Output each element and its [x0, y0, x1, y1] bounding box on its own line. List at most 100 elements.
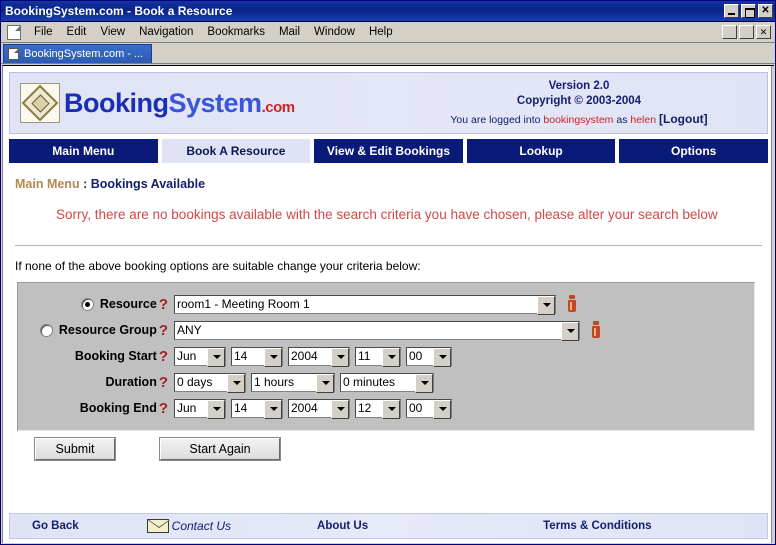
- search-criteria-form: Resource ? room1 - Meeting Room 1 Resour…: [17, 282, 755, 431]
- vertical-scrollbar[interactable]: [771, 66, 774, 543]
- booking-end-year-select[interactable]: 2004: [288, 398, 350, 418]
- footer-link-about-us[interactable]: About Us: [317, 520, 368, 532]
- duration-hours-select[interactable]: 1 hours: [251, 372, 335, 392]
- menu-item-navigation[interactable]: Navigation: [132, 24, 200, 40]
- menu-item-view[interactable]: View: [93, 24, 132, 40]
- booking-end-month-select[interactable]: Jun: [174, 398, 226, 418]
- booking-end-day-select[interactable]: 14: [231, 398, 283, 418]
- booking-start-day-select[interactable]: 14: [231, 346, 283, 366]
- booking-end-label-cell: Booking End ?: [18, 401, 170, 416]
- duration-label-cell: Duration ?: [18, 375, 170, 390]
- nav-tab-lookup[interactable]: Lookup: [466, 139, 616, 163]
- site-header: BookingSystem.com Version 2.0 Copyright …: [9, 72, 768, 134]
- menu-item-file[interactable]: File: [27, 24, 60, 40]
- logo-text-system: System: [168, 87, 263, 118]
- resource-label-cell: Resource ?: [18, 297, 170, 312]
- page-footer: Go Back Contact Us About Us Terms & Cond…: [9, 513, 768, 539]
- mdi-close-button[interactable]: ✕: [756, 25, 771, 39]
- help-icon[interactable]: ?: [159, 349, 168, 364]
- booking-end-minute-select[interactable]: 00: [406, 398, 452, 418]
- breadcrumb-separator: :: [79, 177, 91, 191]
- breadcrumb-current-page: Bookings Available: [90, 177, 206, 191]
- help-icon[interactable]: ?: [159, 401, 168, 416]
- form-row-resource-group: Resource Group ? ANY: [18, 317, 754, 343]
- window-close-button[interactable]: ✕: [758, 4, 773, 18]
- application-window: BookingSystem.com - Book a Resource ✕ Fi…: [0, 0, 776, 545]
- breadcrumb-link-main-menu[interactable]: Main Menu: [15, 177, 80, 191]
- window-controls: ✕: [724, 4, 773, 18]
- page-viewport: BookingSystem.com Version 2.0 Copyright …: [2, 65, 774, 543]
- help-icon[interactable]: ?: [159, 323, 168, 338]
- nav-tab-view-edit-bookings[interactable]: View & Edit Bookings: [314, 139, 463, 163]
- booking-start-label: Booking Start: [74, 349, 157, 363]
- window-maximize-button[interactable]: [741, 4, 756, 18]
- main-navigation: Main Menu Book A Resource View & Edit Bo…: [9, 139, 768, 163]
- resource-select-wrap: room1 - Meeting Room 1: [174, 294, 556, 315]
- footer-link-terms[interactable]: Terms & Conditions: [543, 520, 651, 532]
- mdi-window-controls: ✕: [722, 25, 773, 39]
- login-system-name: bookingsystem: [543, 114, 614, 126]
- booking-end-hour-select[interactable]: 12: [355, 398, 401, 418]
- resource-group-label: Resource Group: [58, 323, 157, 337]
- mdi-restore-button[interactable]: [739, 25, 754, 39]
- resource-group-radio[interactable]: [39, 323, 53, 337]
- document-icon: [7, 24, 21, 40]
- duration-label: Duration: [105, 375, 157, 389]
- menu-item-bookmarks[interactable]: Bookmarks: [200, 24, 272, 40]
- breadcrumb: Main Menu : Bookings Available: [15, 177, 774, 191]
- browser-tab-bookingsystem[interactable]: BookingSystem.com - ...: [3, 44, 153, 63]
- login-status: You are logged into bookingsystem as hel…: [399, 111, 759, 128]
- form-row-booking-end: Booking End ? Jun 14 2004 12 00: [18, 395, 754, 421]
- section-divider: [15, 245, 762, 246]
- resource-radio[interactable]: [80, 297, 94, 311]
- resource-group-select[interactable]: ANY: [174, 320, 580, 340]
- diamond-logo-icon: [20, 83, 60, 123]
- booking-start-month-select[interactable]: Jun: [174, 346, 226, 366]
- resource-select[interactable]: room1 - Meeting Room 1: [174, 294, 556, 314]
- start-again-button[interactable]: Start Again: [159, 437, 281, 461]
- menu-item-help[interactable]: Help: [362, 24, 400, 40]
- nav-tab-book-a-resource[interactable]: Book A Resource: [161, 139, 311, 163]
- booking-start-hour-select[interactable]: 11: [355, 346, 401, 366]
- form-row-duration: Duration ? 0 days 1 hours 0 minutes: [18, 369, 754, 395]
- help-icon[interactable]: ?: [159, 297, 168, 312]
- resource-group-field-cell: ANY: [174, 320, 603, 341]
- duration-days-select[interactable]: 0 days: [174, 372, 246, 392]
- help-icon[interactable]: ?: [159, 375, 168, 390]
- copyright-label: Copyright © 2003-2004: [516, 95, 642, 107]
- menu-item-window[interactable]: Window: [307, 24, 362, 40]
- header-info-block: Version 2.0 Copyright © 2003-2004 You ar…: [399, 79, 759, 128]
- logo-text-dotcom: .com: [261, 98, 296, 116]
- booking-start-minute-select[interactable]: 00: [406, 346, 452, 366]
- window-minimize-button[interactable]: [724, 4, 739, 18]
- menu-item-mail[interactable]: Mail: [272, 24, 307, 40]
- booking-end-field-cell: Jun 14 2004 12 00: [174, 398, 457, 419]
- nav-tab-options[interactable]: Options: [619, 139, 768, 163]
- submit-button[interactable]: Submit: [34, 437, 116, 461]
- form-row-resource: Resource ? room1 - Meeting Room 1: [18, 291, 754, 317]
- form-button-row: Submit Start Again: [17, 437, 774, 461]
- browser-tab-label: BookingSystem.com - ...: [24, 48, 144, 60]
- footer-contact-label: Contact Us: [171, 519, 232, 533]
- logout-link[interactable]: [Logout]: [659, 112, 708, 126]
- duration-minutes-select[interactable]: 0 minutes: [340, 372, 434, 392]
- booking-start-year-select[interactable]: 2004: [288, 346, 350, 366]
- info-icon[interactable]: [589, 321, 603, 339]
- web-page: BookingSystem.com Version 2.0 Copyright …: [3, 72, 774, 543]
- nav-tab-main-menu[interactable]: Main Menu: [9, 139, 158, 163]
- menu-item-edit[interactable]: Edit: [60, 24, 94, 40]
- resource-label: Resource: [99, 297, 157, 311]
- mdi-minimize-button[interactable]: [722, 25, 737, 39]
- footer-link-contact-us[interactable]: Contact Us: [146, 519, 232, 533]
- login-username: helen: [630, 114, 657, 126]
- document-icon: [8, 48, 19, 60]
- logo-text-booking: Booking: [64, 87, 169, 118]
- browser-tab-strip: BookingSystem.com - ...: [1, 43, 775, 64]
- footer-link-go-back[interactable]: Go Back: [32, 520, 79, 532]
- window-title: BookingSystem.com - Book a Resource: [5, 4, 233, 18]
- login-mid: as: [613, 114, 631, 126]
- window-titlebar: BookingSystem.com - Book a Resource ✕: [1, 1, 775, 22]
- info-icon[interactable]: [565, 295, 579, 313]
- site-logo[interactable]: BookingSystem.com: [10, 83, 295, 123]
- resource-field-cell: room1 - Meeting Room 1: [174, 294, 579, 315]
